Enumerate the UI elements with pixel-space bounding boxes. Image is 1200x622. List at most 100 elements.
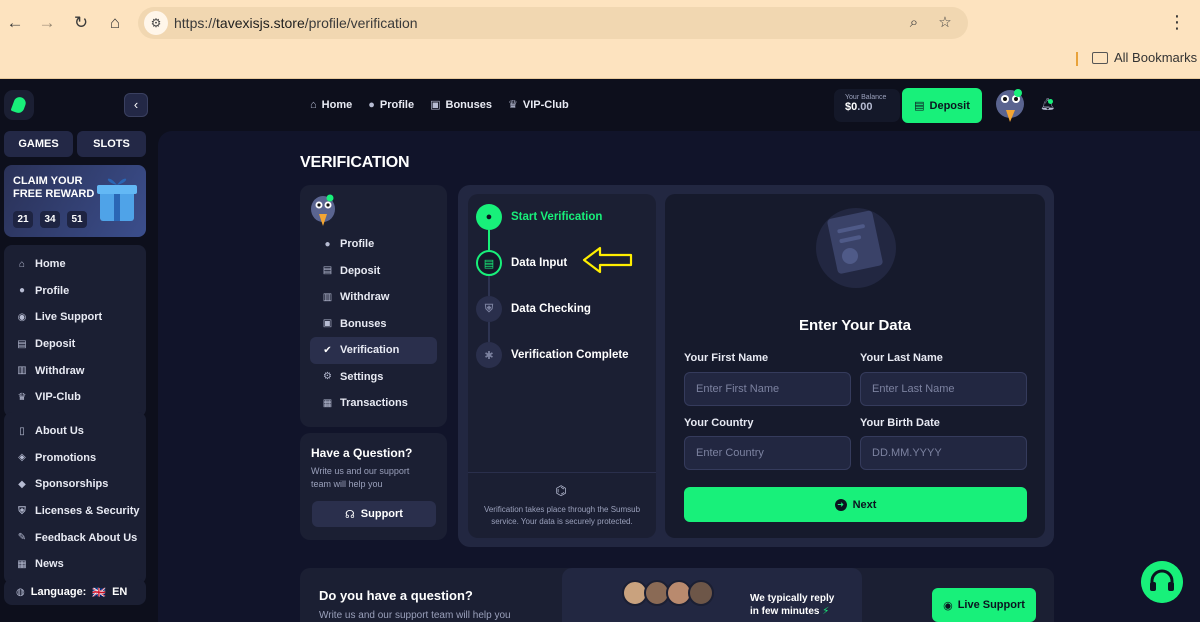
topnav-profile[interactable]: ● Profile [368,98,414,111]
language-selector[interactable]: ◍ Language: 🇬🇧 EN [4,579,146,605]
sidebar-item-news[interactable]: ▦ News [4,551,146,578]
folder-icon [1092,51,1108,64]
withdraw-icon: ▥ [322,291,333,303]
profile-menu: ● Profile ▤ Deposit ▥ Withdraw ▣ Bonuses ✔ Ve… [300,185,447,427]
sidebar-item-licenses-security[interactable]: ⛨ Licenses & Security [4,498,146,525]
wallet-icon: ▤ [322,265,333,277]
sidebar-item-home[interactable]: ⌂ Home [4,251,146,278]
back-icon[interactable]: ← [4,12,26,34]
url-text[interactable]: https://tavexisjs.store/profile/verifica… [174,15,418,31]
reload-icon[interactable]: ↻ [70,12,92,34]
topnav-home[interactable]: ⌂ Home [310,98,352,111]
page-title: VERIFICATION [300,154,410,171]
sidebar-item-promotions[interactable]: ◈ Promotions [4,445,146,472]
book-icon: ▯ [19,425,25,437]
zoom-icon[interactable]: ⌕ [904,13,924,33]
shield-icon: ⛨ [476,296,502,322]
profile-avatar [311,194,335,226]
support-agent-avatars [622,580,714,606]
user-icon: ● [18,285,26,297]
deposit-button[interactable]: ▤ Deposit [902,88,982,123]
step-connector [488,322,490,342]
address-bar[interactable]: ⚙ https://tavexisjs.store/profile/verifi… [138,7,968,39]
document-illustration-icon [816,208,896,288]
reply-time: We typically reply in few minutes ⚡︎ [750,593,835,617]
globe-icon: ◍ [16,586,25,598]
shield-icon: ⛨ [18,505,26,517]
site-settings-icon[interactable]: ⚙ [144,11,168,35]
site-logo[interactable] [4,90,34,120]
sidebar-item-deposit[interactable]: ▤ Deposit [4,331,146,358]
form-icon: ▤ [476,250,502,276]
slots-tab[interactable]: SLOTS [77,131,146,157]
chat-support-fab[interactable] [1141,561,1183,603]
birth-date-input[interactable] [860,436,1027,470]
browser-menu-icon[interactable]: ⋮ [1168,12,1186,33]
divider [468,472,656,473]
next-button[interactable]: ➜ Next [684,487,1027,522]
topnav-vip-club[interactable]: ♛ VIP-Club [508,98,569,112]
profile-menu-bonuses[interactable]: ▣ Bonuses [310,311,437,338]
sidebar-item-about-us[interactable]: ▯ About Us [4,418,146,445]
live-support-button[interactable]: ◉ Live Support [932,588,1036,622]
profile-menu-list: ● Profile ▤ Deposit ▥ Withdraw ▣ Bonuses ✔ Ve… [310,231,437,417]
user-icon: ● [324,238,331,250]
step-data-checking: ⛨ Data Checking [476,296,591,322]
sidebar-item-sponsorships[interactable]: ◆ Sponsorships [4,471,146,498]
all-bookmarks[interactable]: All Bookmarks [1092,50,1197,65]
claim-reward-banner[interactable]: CLAIM YOUR FREE REWARD 21 34 51 [4,165,146,237]
badge-check-icon: ✱ [476,342,502,368]
balance-display: Your Balance $0.00 [834,89,900,122]
sidebar-item-withdraw[interactable]: ▥ Withdraw [4,357,146,384]
feedback-icon: ✎ [17,532,27,544]
sidebar-collapse-button[interactable]: ‹ [124,93,148,117]
home-browser-icon[interactable]: ⌂ [104,12,126,34]
sumsub-logo-icon: ⌬ [555,483,567,498]
promo-icon: ◈ [18,452,26,464]
user-avatar[interactable] [994,88,1027,124]
gear-icon: ⚙ [323,371,332,383]
sidebar-item-vip-club[interactable]: ♛ VIP-Club [4,384,146,411]
withdraw-icon: ▥ [17,365,27,377]
forward-icon[interactable]: → [36,12,58,34]
bookmark-separator [1076,52,1078,66]
bookmark-star-icon[interactable]: ☆ [935,13,955,33]
yellow-arrow-annotation-icon [582,246,633,274]
crown-icon: ♛ [17,391,27,403]
topnav-bonuses[interactable]: ▣ Bonuses [430,98,492,112]
profile-menu-transactions[interactable]: ▦ Transactions [310,390,437,417]
sidebar-item-feedback[interactable]: ✎ Feedback About Us [4,524,146,551]
user-icon: ● [368,98,375,111]
step-connector [488,276,490,296]
wallet-icon: ▤ [914,100,925,112]
lightning-icon: ⚡︎ [822,606,830,617]
profile-menu-settings[interactable]: ⚙ Settings [310,364,437,391]
country-input[interactable] [684,436,851,470]
sidebar-main-nav: ⌂ Home ● Profile ◉ Live Support ▤ Deposit ▥ W… [4,245,146,417]
last-name-input[interactable] [860,372,1027,406]
profile-menu-verification[interactable]: ✔ Verification [310,337,437,364]
gift-icon: ▣ [322,318,333,330]
user-check-icon: ● [476,204,502,230]
sidebar-item-live-support[interactable]: ◉ Live Support [4,304,146,331]
gift-icon: ▣ [430,99,441,111]
reward-timer: 21 34 51 [13,211,87,228]
step-verification-complete: ✱ Verification Complete [476,342,629,368]
chat-icon: ◉ [17,311,27,323]
home-icon: ⌂ [18,258,26,270]
arrow-right-icon: ➜ [834,498,847,511]
profile-menu-deposit[interactable]: ▤ Deposit [310,258,437,285]
profile-menu-profile[interactable]: ● Profile [310,231,437,258]
news-icon: ▦ [17,558,27,570]
sidebar-item-profile[interactable]: ● Profile [4,278,146,305]
browser-chrome: ← → ↻ ⌂ ⚙ https://tavexisjs.store/profil… [0,0,1200,79]
first-name-input[interactable] [684,372,851,406]
games-tab[interactable]: GAMES [4,131,73,157]
verified-check-icon: ✔ [323,344,332,356]
avatar [688,580,714,606]
handshake-icon: ◆ [18,478,26,490]
wallet-icon: ▤ [17,338,27,350]
support-button[interactable]: ☊ Support [312,501,436,527]
profile-menu-withdraw[interactable]: ▥ Withdraw [310,284,437,311]
gift-box-icon [97,178,137,221]
